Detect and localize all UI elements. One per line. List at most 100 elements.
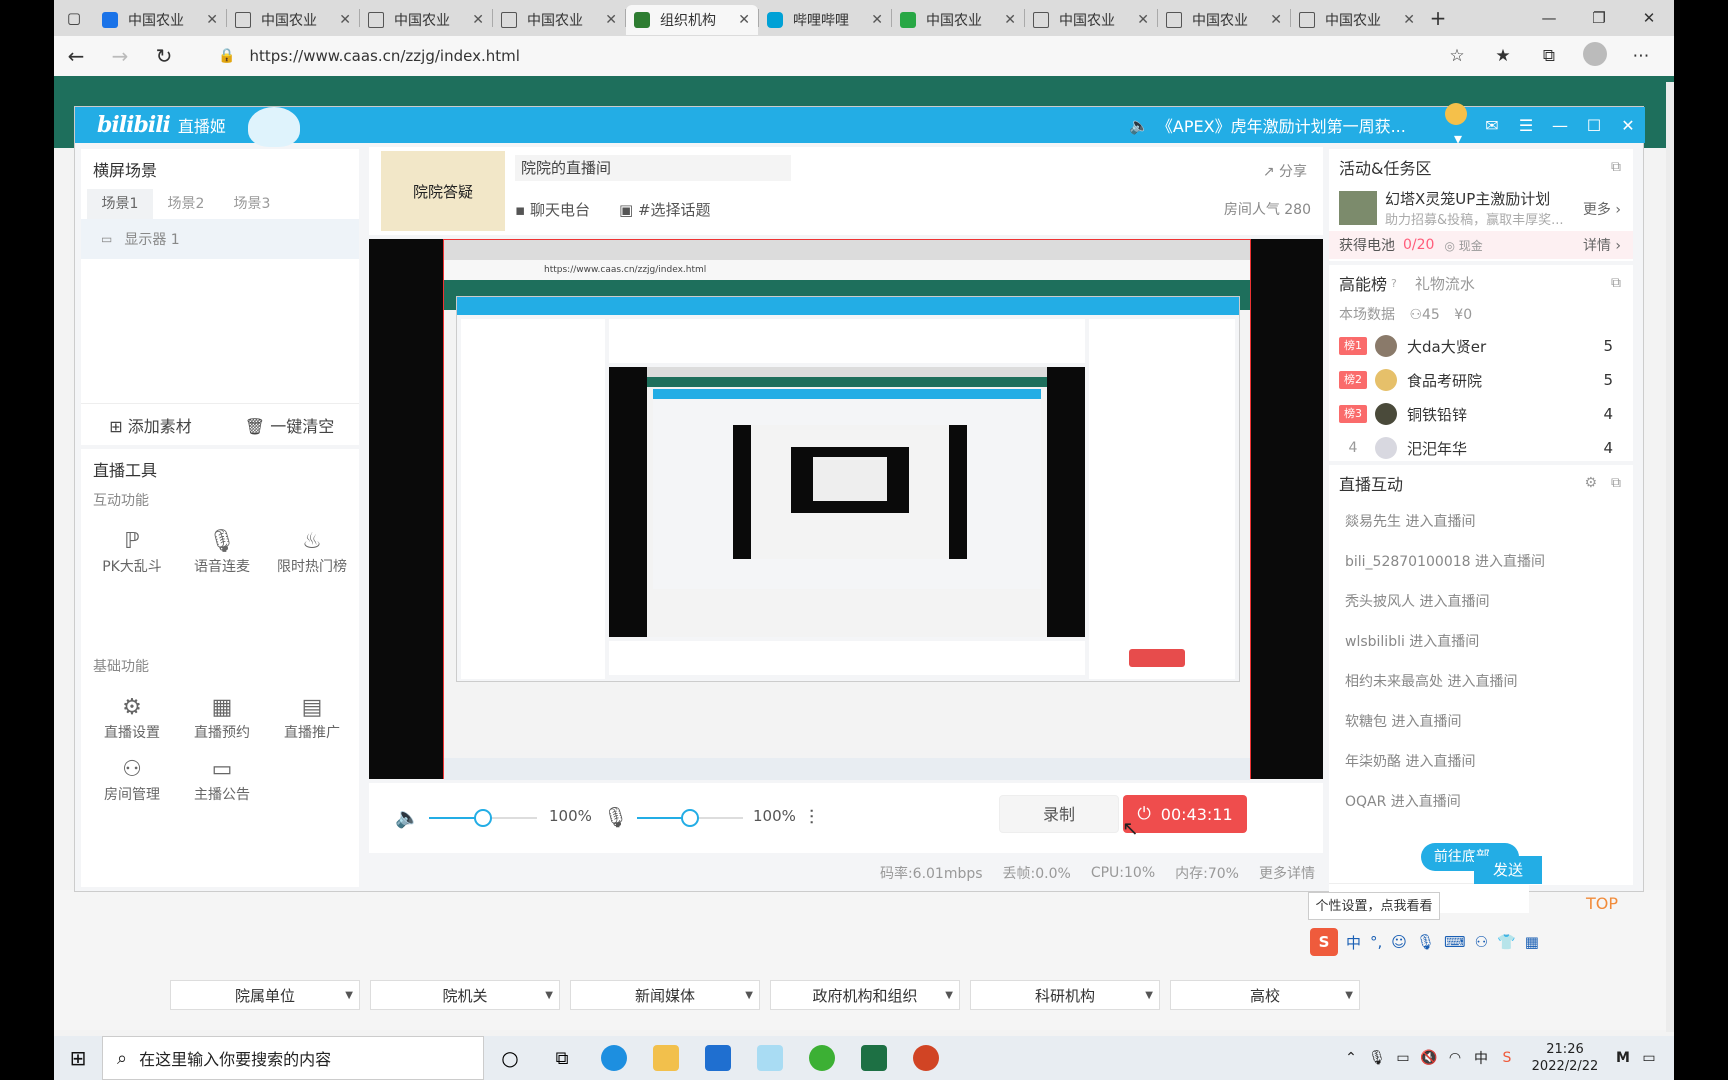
- tray-volume-icon[interactable]: 🔇: [1416, 1050, 1442, 1066]
- browser-tab[interactable]: 中国农业 ✕: [360, 5, 492, 35]
- profile-avatar[interactable]: [1572, 41, 1618, 71]
- tab-close-icon[interactable]: ✕: [871, 12, 883, 28]
- app-maximize-icon[interactable]: ☐: [1577, 116, 1611, 135]
- collections-icon[interactable]: ⧉: [1526, 46, 1572, 66]
- browser-tab[interactable]: 组织机构 ✕: [626, 5, 758, 35]
- tab-close-icon[interactable]: ✕: [1270, 12, 1282, 28]
- tray-chevron-icon[interactable]: ⌃: [1338, 1050, 1364, 1066]
- site-dropdown[interactable]: 院机关 ▼: [370, 980, 560, 1010]
- tool-room-manage[interactable]: ⚇ 房间管理: [87, 749, 177, 811]
- app-minimize-icon[interactable]: —: [1543, 116, 1577, 135]
- tab-close-icon[interactable]: ✕: [339, 12, 351, 28]
- tab-close-icon[interactable]: ✕: [472, 12, 484, 28]
- app-close-icon[interactable]: ✕: [1611, 116, 1645, 135]
- browser-tab[interactable]: 中国农业 ✕: [94, 5, 226, 35]
- notification-icon[interactable]: ▭: [1636, 1050, 1662, 1066]
- mixer-icon[interactable]: ⫶: [809, 805, 814, 829]
- tab-high-energy[interactable]: 高能榜: [1339, 271, 1387, 295]
- refresh-button[interactable]: ↻: [142, 44, 186, 68]
- forward-button[interactable]: →: [98, 44, 142, 68]
- mic-volume-knob[interactable]: [681, 809, 699, 827]
- wechat-icon[interactable]: [796, 1036, 848, 1080]
- activity-banner[interactable]: 幻塔X灵笼UP主激励计划 助力招募&投稿，赢取丰厚奖... 更多 ›: [1329, 185, 1633, 231]
- file-explorer-icon[interactable]: [640, 1036, 692, 1080]
- speaker-icon[interactable]: 🔈: [395, 805, 420, 829]
- taskbar-search[interactable]: ⌕ 在这里输入你要搜索的内容: [102, 1036, 484, 1080]
- ime-keyboard-icon[interactable]: ⌨: [1444, 933, 1466, 951]
- help-icon[interactable]: ?: [1391, 277, 1397, 290]
- ime-punct-icon[interactable]: °,: [1370, 933, 1382, 951]
- rank-row[interactable]: 4 汜汜年华 4: [1329, 431, 1633, 465]
- interact-settings-icon[interactable]: ⚙: [1584, 475, 1597, 491]
- rank-row[interactable]: 榜1 大da大贤er 5: [1329, 329, 1633, 363]
- rank-row[interactable]: 榜2 食品考研院 5: [1329, 363, 1633, 397]
- sogou-ime-icon[interactable]: S: [1310, 928, 1338, 956]
- windows-start-icon[interactable]: ⊞: [54, 1036, 102, 1080]
- new-tab-button[interactable]: +: [1423, 6, 1453, 30]
- tray-app-icon[interactable]: M: [1610, 1050, 1636, 1066]
- tab-actions-icon[interactable]: ▢: [54, 0, 94, 36]
- browser-tab[interactable]: 中国农业 ✕: [227, 5, 359, 35]
- category-button[interactable]: ▪ 聊天电台: [515, 199, 590, 220]
- tab-close-icon[interactable]: ✕: [206, 12, 218, 28]
- tab-scene-2[interactable]: 场景2: [153, 189, 219, 219]
- room-title-input[interactable]: 院院的直播间: [515, 155, 791, 181]
- menu-icon[interactable]: ☰: [1509, 116, 1543, 135]
- topic-button[interactable]: ▣ #选择话题: [619, 199, 711, 220]
- interact-popout-icon[interactable]: ⧉: [1611, 475, 1621, 491]
- task-view-icon[interactable]: ⧉: [536, 1036, 588, 1080]
- site-dropdown[interactable]: 新闻媒体 ▼: [570, 980, 760, 1010]
- tab-gift-flow[interactable]: 礼物流水: [1415, 273, 1475, 294]
- notice-banner[interactable]: 🔈 《APEX》虎年激励计划第一周获...: [1129, 107, 1406, 143]
- tool-calendar[interactable]: ▦ 直播预约: [177, 687, 267, 749]
- tool-promote[interactable]: ▤ 直播推广: [267, 687, 357, 749]
- share-button[interactable]: ↗ 分享: [1263, 161, 1307, 181]
- tab-close-icon[interactable]: ✕: [1004, 12, 1016, 28]
- excel-icon[interactable]: [848, 1036, 900, 1080]
- tab-scene-1[interactable]: 场景1: [87, 189, 153, 219]
- powerpoint-icon[interactable]: [900, 1036, 952, 1080]
- tab-scene-3[interactable]: 场景3: [219, 189, 285, 219]
- ime-skin-icon[interactable]: 👕: [1497, 933, 1516, 951]
- mail-icon[interactable]: ✉: [1475, 116, 1509, 135]
- rank-row[interactable]: 榜3 铜铁铅锌 4: [1329, 397, 1633, 431]
- ime-chinese-icon[interactable]: 中: [1346, 932, 1361, 953]
- add-source-button[interactable]: ⊞ 添加素材: [81, 413, 220, 437]
- detail-link[interactable]: 详情 ›: [1583, 235, 1621, 255]
- tray-battery-icon[interactable]: ▭: [1390, 1050, 1416, 1066]
- tool-settings[interactable]: ⚙ 直播设置: [87, 687, 177, 749]
- edge-icon[interactable]: [588, 1036, 640, 1080]
- send-button[interactable]: 发送: [1474, 856, 1542, 884]
- ime-grid-icon[interactable]: ▦: [1525, 933, 1539, 951]
- site-dropdown[interactable]: 科研机构 ▼: [970, 980, 1160, 1010]
- tab-close-icon[interactable]: ✕: [738, 12, 750, 28]
- clear-all-button[interactable]: 🗑 一键清空: [220, 413, 359, 437]
- tray-sogou-icon[interactable]: S: [1494, 1050, 1520, 1066]
- browser-tab[interactable]: 中国农业 ✕: [1291, 5, 1423, 35]
- browser-tab[interactable]: 中国农业 ✕: [1158, 5, 1290, 35]
- site-dropdown[interactable]: 院属单位 ▼: [170, 980, 360, 1010]
- stat-item[interactable]: 更多详情: [1259, 863, 1315, 883]
- tab-close-icon[interactable]: ✕: [605, 12, 617, 28]
- popout-icon[interactable]: ⧉: [1611, 159, 1621, 175]
- close-window-icon[interactable]: ✕: [1624, 0, 1674, 36]
- tab-close-icon[interactable]: ✕: [1137, 12, 1149, 28]
- user-avatar[interactable]: ▾: [1441, 102, 1475, 148]
- add-favorite-icon[interactable]: ☆: [1434, 46, 1480, 66]
- back-to-top-link[interactable]: TOP: [1586, 894, 1618, 913]
- ime-user-icon[interactable]: ⚇: [1475, 933, 1488, 951]
- tool-pk[interactable]: ℙ PK大乱斗: [87, 521, 177, 583]
- tray-mic-icon[interactable]: 🎙: [1364, 1050, 1390, 1066]
- browser-tab[interactable]: 哔哩哔哩 ✕: [759, 5, 891, 35]
- rank-popout-icon[interactable]: ⧉: [1611, 275, 1621, 291]
- speaker-volume-knob[interactable]: [474, 809, 492, 827]
- live-preview[interactable]: https://www.caas.cn/zzjg/index.html: [369, 239, 1323, 780]
- favorites-icon[interactable]: ★: [1480, 46, 1526, 66]
- site-dropdown[interactable]: 高校 ▼: [1170, 980, 1360, 1010]
- ime-emoji-icon[interactable]: ☺: [1391, 933, 1407, 951]
- browser-tab[interactable]: 中国农业 ✕: [493, 5, 625, 35]
- page-scrollbar[interactable]: [1666, 82, 1674, 1032]
- bilibili-live-app-icon[interactable]: [744, 1036, 796, 1080]
- back-button[interactable]: ←: [54, 44, 98, 68]
- tray-wifi-icon[interactable]: ◠: [1442, 1050, 1468, 1066]
